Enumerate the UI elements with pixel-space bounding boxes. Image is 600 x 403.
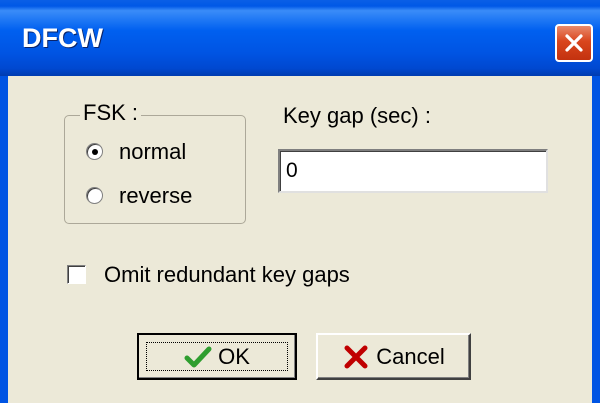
window-frame-right [592,76,600,403]
window-frame-left [0,76,8,403]
omit-gaps-label: Omit redundant key gaps [104,262,350,287]
radio-button[interactable] [86,187,103,204]
cancel-button-label: Cancel [376,343,445,369]
radio-selected-dot [92,149,98,155]
key-gap-input[interactable] [278,149,548,193]
title-bar[interactable]: DFCW [0,0,600,76]
window-title: DFCW [22,23,103,53]
radio-button[interactable] [86,143,103,160]
close-button[interactable] [555,24,593,62]
dialog-window: DFCW FSK : normal reverse Key gap (sec) … [0,0,600,403]
ok-button-label: OK [218,343,250,369]
cancel-button[interactable]: Cancel [316,333,471,380]
x-icon [342,345,370,369]
fsk-group-label: FSK : [80,100,142,126]
radio-label-reverse: reverse [119,183,193,208]
radio-label-normal: normal [119,139,187,164]
omit-gaps-checkbox[interactable] [67,265,86,284]
check-icon [184,345,212,369]
ok-button[interactable]: OK [137,333,297,380]
key-gap-label: Key gap (sec) : [283,103,431,128]
